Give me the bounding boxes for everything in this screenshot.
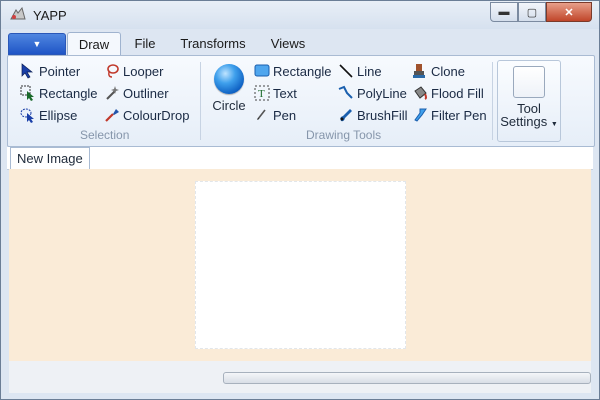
brushfill-tool-button[interactable]: BrushFill — [338, 105, 408, 125]
brushfill-tool-label: BrushFill — [357, 107, 408, 123]
app-icon — [10, 7, 26, 20]
tool-settings-label-line2: Settings ▼ — [498, 115, 560, 131]
tab-draw[interactable]: Draw — [67, 32, 121, 56]
line-tool-label: Line — [357, 63, 382, 79]
pen-tool-button[interactable]: Pen — [254, 105, 296, 125]
app-window: YAPP ▬ ▢ ✕ ▼ Draw File Transforms Views … — [0, 0, 600, 400]
minimize-icon: ▬ — [498, 6, 510, 18]
pointer-label: Pointer — [39, 63, 81, 79]
dropdown-arrow-icon: ▼ — [32, 39, 42, 49]
minimize-button[interactable]: ▬ — [490, 2, 518, 22]
ribbon-panel: Pointer Looper Rectangle Outliner Ellips… — [7, 55, 595, 147]
rectangle-select-label: Rectangle — [39, 85, 98, 101]
flood-fill-tool-label: Flood Fill — [431, 85, 484, 101]
rectangle-select-icon — [20, 85, 36, 101]
tab-views[interactable]: Views — [263, 32, 313, 54]
document-tab-strip: New Image — [7, 147, 593, 170]
filter-pen-tool-label: Filter Pen — [431, 107, 487, 123]
circle-label: Circle — [212, 98, 246, 113]
close-icon: ✕ — [564, 6, 574, 19]
lasso-icon — [104, 63, 120, 79]
ribbon-tab-row: ▼ Draw File Transforms Views — [1, 29, 599, 56]
line-tool-button[interactable]: Line — [338, 61, 382, 81]
rectangle-icon — [254, 63, 270, 79]
line-icon — [338, 63, 354, 79]
ellipse-select-button[interactable]: Ellipse — [20, 105, 77, 125]
group-separator — [200, 62, 201, 140]
outliner-label: Outliner — [123, 85, 169, 101]
filter-pen-tool-button[interactable]: Filter Pen — [412, 105, 487, 125]
rectangle-tool-label: Rectangle — [273, 63, 332, 79]
group-separator — [492, 62, 493, 140]
eyedropper-icon — [104, 107, 120, 123]
tab-new-image[interactable]: New Image — [10, 147, 90, 169]
selection-group-label: Selection — [80, 128, 130, 142]
magic-wand-icon — [104, 85, 120, 101]
app-menu-button[interactable]: ▼ — [8, 33, 66, 55]
window-controls: ▬ ▢ ✕ — [490, 2, 592, 22]
flood-fill-tool-button[interactable]: Flood Fill — [412, 83, 484, 103]
title-bar: YAPP ▬ ▢ ✕ — [1, 1, 599, 29]
circle-button[interactable]: Circle — [208, 62, 250, 114]
filter-pen-icon — [412, 107, 428, 123]
polyline-tool-label: PolyLine — [357, 85, 407, 101]
close-button[interactable]: ✕ — [546, 2, 592, 22]
colourdrop-label: ColourDrop — [123, 107, 190, 123]
rectangle-tool-button[interactable]: Rectangle — [254, 61, 332, 81]
tool-settings-icon — [513, 66, 545, 98]
looper-button[interactable]: Looper — [104, 61, 163, 81]
circle-icon — [214, 64, 244, 94]
text-tool-label: Text — [273, 85, 297, 101]
ellipse-select-label: Ellipse — [39, 107, 78, 123]
image-canvas[interactable] — [195, 181, 406, 349]
maximize-button[interactable]: ▢ — [518, 2, 546, 22]
window-title: YAPP — [33, 8, 67, 23]
polyline-icon — [338, 85, 354, 101]
looper-label: Looper — [123, 63, 164, 79]
paint-bucket-icon — [412, 85, 428, 101]
colourdrop-button[interactable]: ColourDrop — [104, 105, 189, 125]
tab-transforms[interactable]: Transforms — [173, 32, 253, 54]
maximize-icon: ▢ — [526, 6, 538, 19]
polyline-tool-button[interactable]: PolyLine — [338, 83, 407, 103]
tab-file[interactable]: File — [125, 32, 165, 54]
clone-stamp-icon — [412, 63, 428, 79]
text-tool-button[interactable]: T Text — [254, 83, 297, 103]
dropdown-arrow-icon: ▼ — [550, 121, 558, 128]
canvas-area[interactable] — [9, 169, 591, 361]
outliner-button[interactable]: Outliner — [104, 83, 169, 103]
text-icon: T — [254, 85, 270, 101]
horizontal-scrollbar[interactable] — [223, 372, 591, 384]
tool-settings-label-text: Settings — [500, 114, 548, 129]
tool-settings-button[interactable]: Tool Settings ▼ — [497, 60, 561, 142]
brush-icon — [338, 107, 354, 123]
pen-icon — [254, 107, 270, 123]
rectangle-select-button[interactable]: Rectangle — [20, 83, 98, 103]
pointer-button[interactable]: Pointer — [20, 61, 80, 81]
clone-tool-button[interactable]: Clone — [412, 61, 465, 81]
pen-tool-label: Pen — [273, 107, 297, 123]
ellipse-select-icon — [20, 107, 36, 123]
pointer-icon — [20, 63, 36, 79]
drawing-tools-group-label: Drawing Tools — [306, 128, 382, 142]
svg-text:T: T — [258, 88, 265, 100]
clone-tool-label: Clone — [431, 63, 465, 79]
